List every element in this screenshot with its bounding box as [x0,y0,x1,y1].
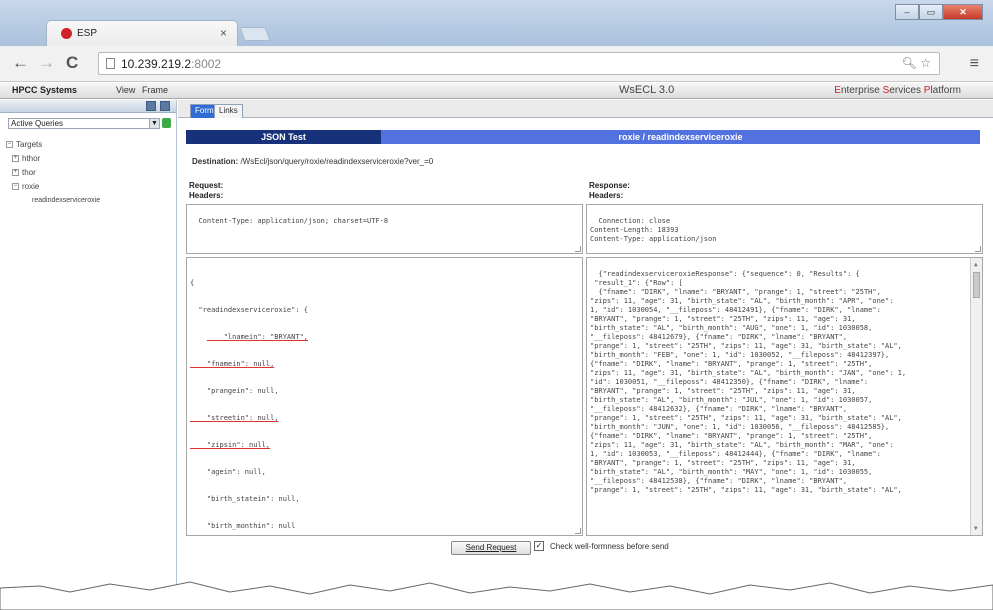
browser-titlebar: ESP × – ▭ ✕ [0,0,993,46]
request-label: Request: [189,181,224,190]
destination-value: /WsEcl/json/query/roxie/readindexservice… [238,157,434,166]
response-headers-label: Headers: [589,191,624,200]
json-line-text: "zipsin": null, [190,441,271,449]
close-pane-icon[interactable] [160,101,170,111]
response-scrollbar[interactable]: ▲ ▼ [970,258,982,535]
app-header: HPCC Systems View Frame WsECL 3.0 Enterp… [0,83,993,99]
collapse-pane-icon[interactable] [146,101,156,111]
json-line: "agein": null, [190,468,266,476]
menu-view[interactable]: View [116,85,135,95]
tab-title: ESP [77,28,98,39]
response-label: Response: [589,181,630,190]
refresh-icon[interactable] [162,118,171,128]
new-tab-button[interactable] [239,27,271,41]
back-arrow-icon[interactable]: ← [12,54,29,72]
scroll-down-icon[interactable]: ▼ [974,524,978,533]
close-window-button[interactable]: ✕ [943,4,983,20]
url-port: :8002 [191,57,222,71]
brand-logo: HPCC Systems [12,85,78,95]
browser-toolbar: ← → C 10.239.219.2:8002 🔍︎ ☆ ≡ [0,46,993,82]
tree-item-label: hthor [22,154,41,163]
maximize-button[interactable]: ▭ [919,4,943,20]
response-headers-textarea[interactable]: Connection: close Content-Length: 18393 … [586,204,983,254]
reload-icon[interactable]: C [66,54,78,72]
request-headers-label: Headers: [189,191,224,200]
tree-item-roxie[interactable]: − roxie [6,180,100,194]
address-bar[interactable]: 10.239.219.2:8002 🔍︎ ☆ [98,52,940,75]
well-formness-checkbox[interactable]: ✓ [534,541,544,551]
json-line: "streetin": null, [190,414,579,423]
json-line-text: "streetin": null, [190,414,279,422]
menu-frame[interactable]: Frame [142,85,168,95]
content-tabs-bar: Form Links [178,100,993,118]
page-icon [106,58,115,69]
scrollbar-thumb[interactable] [973,272,980,298]
targets-tree: − Targets + hthor + thor − roxie readindexse… [6,138,100,208]
expand-icon[interactable]: + [12,155,19,163]
json-line-text: "fnamein": null, [190,360,275,368]
request-body-textarea[interactable]: { "readindexserviceroxie": { "lnamein": … [186,257,583,536]
left-pane-header [0,100,176,113]
tree-root-label: Targets [16,140,43,149]
esp-letter-e: E [834,85,841,96]
menu-icon[interactable]: ≡ [970,55,979,73]
left-navigation-pane: Active Queries ▼ − Targets + hthor + thor −… [0,100,177,610]
esp-word-1: nterprise [840,85,883,96]
tree-item-hthor[interactable]: + hthor [6,152,100,166]
destination-label: Destination: [192,157,239,166]
torn-edge-decoration [0,581,993,610]
tree-leaf-query[interactable]: readindexserviceroxie [6,194,100,208]
json-line: "readindexserviceroxie": { [190,306,309,314]
tab-links[interactable]: Links [214,104,243,118]
json-line: "prangein": null, [190,387,279,395]
resize-handle-icon[interactable] [975,246,981,252]
esp-word-2: ervices [889,85,924,96]
scroll-up-icon[interactable]: ▲ [974,260,978,269]
url-text: 10.239.219.2:8002 [121,57,221,71]
esp-word-3: latform [930,85,961,96]
tree-item-label: roxie [22,182,40,191]
destination-line: Destination: /WsEcl/json/query/roxie/rea… [192,157,433,166]
resize-handle-icon[interactable] [575,528,581,534]
query-path-header: roxie / readindexserviceroxie [381,130,980,144]
app-title: WsECL 3.0 [619,84,675,96]
tree-item-thor[interactable]: + thor [6,166,100,180]
url-host: 10.239.219.2 [121,57,192,71]
minimize-button[interactable]: – [895,4,919,20]
send-request-button[interactable]: Send Request [451,541,531,555]
json-line: "fnamein": null, [190,360,579,369]
response-headers-text: Connection: close Content-Length: 18393 … [590,217,717,243]
expand-icon[interactable]: + [12,169,19,177]
tree-root-targets[interactable]: − Targets [6,138,100,152]
query-type-value: Active Queries [11,119,64,128]
json-line-text: "lnamein": "BRYANT", [206,333,309,341]
tree-leaf-label: readindexserviceroxie [32,197,101,204]
browser-tab[interactable]: ESP × [46,20,238,46]
json-line: "birth_statein": null, [190,495,300,503]
request-headers-text: Content-Type: application/json; charset=… [198,217,389,225]
esp-favicon-icon [61,28,72,39]
json-test-header: JSON Test [186,130,381,144]
well-formness-label: Check well-formness before send [550,542,669,551]
response-body-textarea[interactable]: {"readindexserviceroxieResponse": {"sequ… [586,257,983,536]
json-line: { [190,279,195,287]
response-body-text: {"readindexserviceroxieResponse": {"sequ… [590,270,907,494]
tree-item-label: thor [22,168,36,177]
json-line: "lnamein": "BRYANT", [190,333,579,342]
collapse-icon[interactable]: − [12,183,19,191]
forward-arrow-icon[interactable]: → [38,54,55,72]
chevron-down-icon[interactable]: ▼ [149,118,160,129]
json-line: "zipsin": null, [190,441,579,450]
zoom-bookmark-icon[interactable]: 🔍︎ ☆ [902,56,931,70]
esp-platform-label: Enterprise Services Platform [834,85,961,96]
tab-close-icon[interactable]: × [220,26,227,40]
resize-handle-icon[interactable] [575,246,581,252]
query-type-select[interactable]: Active Queries ▼ [8,118,160,129]
collapse-icon[interactable]: − [6,141,13,149]
json-line: "birth_monthin": null [190,522,296,530]
request-headers-textarea[interactable]: Content-Type: application/json; charset=… [186,204,583,254]
window-controls: – ▭ ✕ [895,4,983,20]
